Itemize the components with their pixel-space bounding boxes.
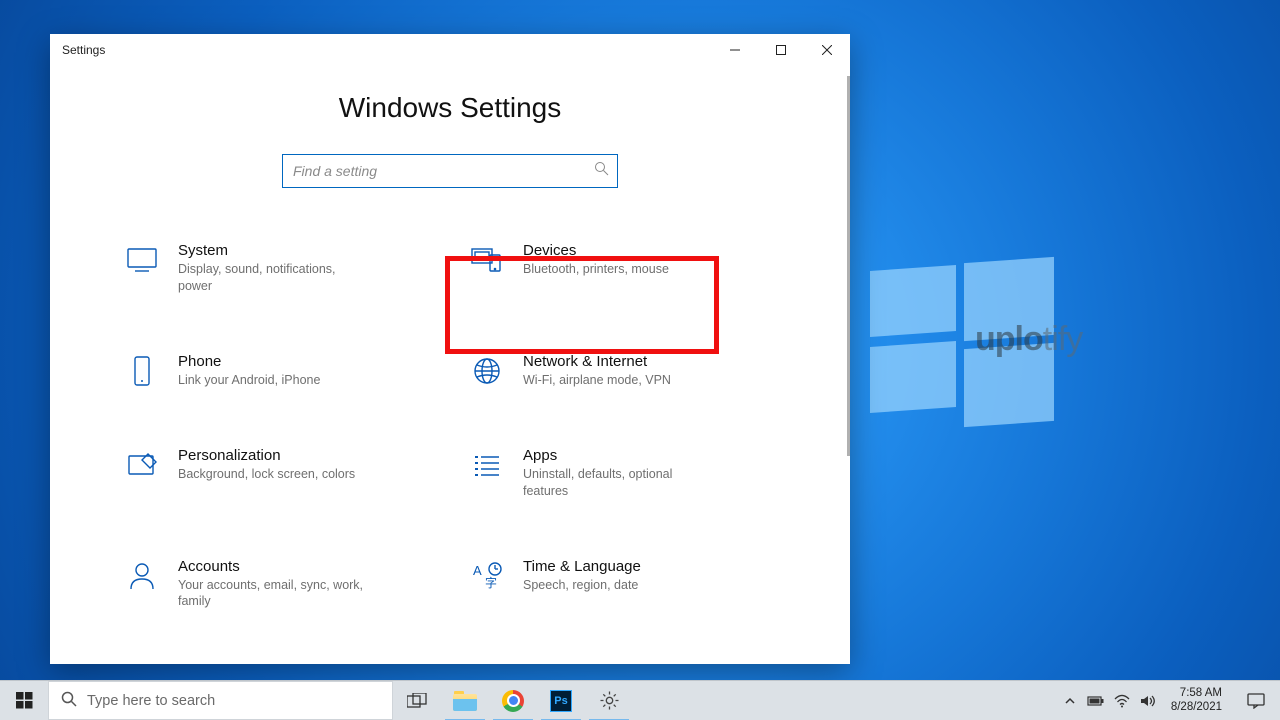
- category-title: Personalization: [178, 447, 431, 464]
- photoshop-icon: Ps: [550, 690, 572, 712]
- volume-icon[interactable]: [1137, 681, 1159, 720]
- settings-button[interactable]: [585, 681, 633, 720]
- category-title: System: [178, 242, 431, 259]
- category-desc: Background, lock screen, colors: [178, 466, 368, 483]
- clock-time: 7:58 AM: [1180, 687, 1222, 701]
- file-explorer-icon: [453, 691, 477, 711]
- category-personalization[interactable]: Personalization Background, lock screen,…: [120, 443, 435, 504]
- watermark-text: uplotify: [975, 320, 1082, 359]
- category-desc: Wi-Fi, airplane mode, VPN: [523, 372, 713, 389]
- category-title: Phone: [178, 353, 431, 370]
- system-icon: [124, 242, 160, 278]
- system-tray: 7:58 AM 8/28/2021: [1059, 681, 1280, 720]
- start-button[interactable]: [0, 681, 48, 720]
- chrome-button[interactable]: [489, 681, 537, 720]
- pinned-apps: Ps: [393, 681, 633, 720]
- task-view-button[interactable]: [393, 681, 441, 720]
- settings-window: Settings Windows Settings: [50, 34, 850, 664]
- titlebar[interactable]: Settings: [50, 34, 850, 66]
- minimize-button[interactable]: [712, 34, 758, 66]
- wifi-icon[interactable]: [1111, 681, 1133, 720]
- search-icon: [61, 691, 77, 711]
- category-accounts[interactable]: Accounts Your accounts, email, sync, wor…: [120, 554, 435, 615]
- category-title: Time & Language: [523, 558, 776, 575]
- clock-date: 8/28/2021: [1171, 701, 1222, 715]
- chrome-icon: [502, 690, 524, 712]
- settings-grid: System Display, sound, notifications, po…: [120, 238, 780, 614]
- window-title: Settings: [62, 43, 105, 57]
- taskbar-clock[interactable]: 7:58 AM 8/28/2021: [1163, 687, 1230, 715]
- category-title: Apps: [523, 447, 776, 464]
- personalization-icon: [124, 447, 160, 483]
- category-desc: Uninstall, defaults, optional features: [523, 466, 713, 500]
- action-center-button[interactable]: [1234, 693, 1278, 709]
- category-system[interactable]: System Display, sound, notifications, po…: [120, 238, 435, 299]
- search-input[interactable]: [293, 163, 594, 179]
- category-desc: Your accounts, email, sync, work, family: [178, 577, 368, 611]
- category-title: Accounts: [178, 558, 431, 575]
- window-controls: [712, 34, 850, 66]
- category-title: Devices: [523, 242, 776, 259]
- category-desc: Speech, region, date: [523, 577, 713, 594]
- category-title: Network & Internet: [523, 353, 776, 370]
- scrollbar[interactable]: [847, 76, 850, 456]
- page-title: Windows Settings: [339, 92, 562, 124]
- apps-icon: [469, 447, 505, 483]
- search-icon: [594, 161, 609, 181]
- maximize-button[interactable]: [758, 34, 804, 66]
- time-language-icon: A字: [469, 558, 505, 594]
- svg-text:字: 字: [485, 575, 497, 590]
- category-time-language[interactable]: A字 Time & Language Speech, region, date: [465, 554, 780, 615]
- settings-content: Windows Settings System Display, sound, …: [50, 66, 850, 664]
- accounts-icon: [124, 558, 160, 594]
- category-phone[interactable]: Phone Link your Android, iPhone: [120, 349, 435, 393]
- category-network[interactable]: Network & Internet Wi-Fi, airplane mode,…: [465, 349, 780, 393]
- taskbar-search-placeholder: Type here to search: [87, 693, 215, 709]
- category-desc: Display, sound, notifications, power: [178, 261, 368, 295]
- category-desc: Bluetooth, printers, mouse: [523, 261, 713, 278]
- tray-overflow-button[interactable]: [1059, 681, 1081, 720]
- devices-icon: [469, 242, 505, 278]
- search-box[interactable]: [282, 154, 618, 188]
- battery-icon[interactable]: [1085, 681, 1107, 720]
- photoshop-button[interactable]: Ps: [537, 681, 585, 720]
- globe-icon: [469, 353, 505, 389]
- close-button[interactable]: [804, 34, 850, 66]
- category-desc: Link your Android, iPhone: [178, 372, 368, 389]
- phone-icon: [124, 353, 160, 389]
- file-explorer-button[interactable]: [441, 681, 489, 720]
- category-devices[interactable]: Devices Bluetooth, printers, mouse: [465, 238, 780, 299]
- taskbar-search[interactable]: Type here to search: [48, 681, 393, 720]
- desktop: uplotify Settings Windows Settings: [0, 0, 1280, 720]
- category-apps[interactable]: Apps Uninstall, defaults, optional featu…: [465, 443, 780, 504]
- svg-text:A: A: [473, 563, 482, 578]
- taskbar: Type here to search Ps: [0, 680, 1280, 720]
